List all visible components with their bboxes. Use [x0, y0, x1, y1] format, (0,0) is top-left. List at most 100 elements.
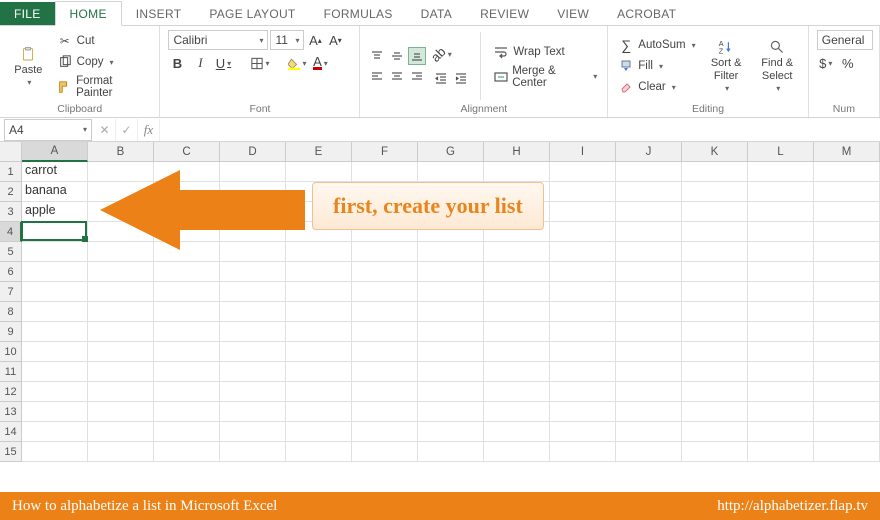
- cell[interactable]: [616, 322, 682, 342]
- cell[interactable]: [484, 422, 550, 442]
- col-header-F[interactable]: F: [352, 142, 418, 162]
- cell[interactable]: [550, 282, 616, 302]
- cell[interactable]: [682, 382, 748, 402]
- cell[interactable]: [484, 442, 550, 462]
- cell[interactable]: [616, 402, 682, 422]
- cell[interactable]: [748, 402, 814, 422]
- cell[interactable]: [286, 342, 352, 362]
- cell[interactable]: [154, 422, 220, 442]
- cell[interactable]: [154, 222, 220, 242]
- cell[interactable]: apple: [22, 202, 88, 222]
- cell[interactable]: [154, 362, 220, 382]
- cell[interactable]: [220, 362, 286, 382]
- fill-color-button[interactable]: [288, 54, 306, 72]
- cell[interactable]: [88, 442, 154, 462]
- cell[interactable]: [22, 382, 88, 402]
- cell[interactable]: [352, 202, 418, 222]
- cell[interactable]: [286, 322, 352, 342]
- align-top-button[interactable]: [368, 47, 386, 65]
- percent-button[interactable]: %: [839, 54, 857, 72]
- tab-page-layout[interactable]: PAGE LAYOUT: [195, 2, 309, 25]
- col-header-M[interactable]: M: [814, 142, 880, 162]
- cell[interactable]: [286, 302, 352, 322]
- cell[interactable]: [484, 242, 550, 262]
- cell[interactable]: [814, 242, 880, 262]
- cell[interactable]: [814, 202, 880, 222]
- cell[interactable]: [616, 302, 682, 322]
- cell[interactable]: [286, 262, 352, 282]
- enter-formula-button[interactable]: ✓: [116, 119, 138, 141]
- cell[interactable]: [748, 382, 814, 402]
- cell[interactable]: [550, 442, 616, 462]
- cell[interactable]: [484, 362, 550, 382]
- tab-data[interactable]: DATA: [407, 2, 466, 25]
- cell[interactable]: [154, 182, 220, 202]
- cell[interactable]: [550, 302, 616, 322]
- cell[interactable]: [220, 162, 286, 182]
- cell[interactable]: [154, 162, 220, 182]
- cell[interactable]: [550, 402, 616, 422]
- align-center-button[interactable]: [388, 67, 406, 85]
- name-box[interactable]: A4 ▾: [4, 119, 92, 141]
- cell[interactable]: [154, 282, 220, 302]
- cell[interactable]: [88, 342, 154, 362]
- col-header-J[interactable]: J: [616, 142, 682, 162]
- row-header[interactable]: 8: [0, 302, 22, 322]
- cell[interactable]: [484, 282, 550, 302]
- row-header[interactable]: 14: [0, 422, 22, 442]
- cell[interactable]: [286, 402, 352, 422]
- tab-review[interactable]: REVIEW: [466, 2, 543, 25]
- cell[interactable]: [88, 362, 154, 382]
- cell[interactable]: [748, 262, 814, 282]
- cell[interactable]: [682, 262, 748, 282]
- grow-font-button[interactable]: A▴: [306, 31, 324, 49]
- cell[interactable]: [220, 442, 286, 462]
- grid-body[interactable]: 1carrot2banana3apple456789101112131415: [0, 162, 880, 462]
- cell[interactable]: [484, 342, 550, 362]
- cell[interactable]: [418, 162, 484, 182]
- cell[interactable]: [550, 322, 616, 342]
- font-color-button[interactable]: A: [311, 54, 329, 72]
- cell[interactable]: [418, 362, 484, 382]
- cell[interactable]: [748, 202, 814, 222]
- cell[interactable]: [22, 422, 88, 442]
- cell[interactable]: [352, 422, 418, 442]
- cell[interactable]: [814, 302, 880, 322]
- cell[interactable]: [550, 342, 616, 362]
- cell[interactable]: [748, 242, 814, 262]
- cell[interactable]: [814, 222, 880, 242]
- cell[interactable]: [352, 322, 418, 342]
- cell[interactable]: [484, 402, 550, 422]
- cell[interactable]: [418, 302, 484, 322]
- cell[interactable]: [88, 302, 154, 322]
- cell[interactable]: [88, 162, 154, 182]
- cell[interactable]: [550, 362, 616, 382]
- cell[interactable]: [748, 362, 814, 382]
- cell[interactable]: [814, 322, 880, 342]
- cell[interactable]: [154, 342, 220, 362]
- cell[interactable]: [154, 402, 220, 422]
- row-header[interactable]: 15: [0, 442, 22, 462]
- copy-button[interactable]: Copy: [55, 53, 152, 71]
- cell[interactable]: [220, 422, 286, 442]
- cell[interactable]: [682, 402, 748, 422]
- cell[interactable]: [814, 362, 880, 382]
- cell[interactable]: [616, 362, 682, 382]
- cell[interactable]: [682, 202, 748, 222]
- cell[interactable]: [550, 182, 616, 202]
- cell[interactable]: [88, 322, 154, 342]
- row-header[interactable]: 4: [0, 222, 22, 242]
- cell[interactable]: [22, 262, 88, 282]
- cell[interactable]: [682, 242, 748, 262]
- format-painter-button[interactable]: Format Painter: [55, 74, 152, 100]
- cell[interactable]: [418, 242, 484, 262]
- cell[interactable]: [352, 342, 418, 362]
- cell[interactable]: [814, 422, 880, 442]
- cell[interactable]: [484, 162, 550, 182]
- cut-button[interactable]: ✂ Cut: [55, 32, 152, 50]
- cell[interactable]: [814, 282, 880, 302]
- cell[interactable]: [418, 442, 484, 462]
- cell[interactable]: [418, 222, 484, 242]
- cell[interactable]: [286, 222, 352, 242]
- cell[interactable]: [154, 382, 220, 402]
